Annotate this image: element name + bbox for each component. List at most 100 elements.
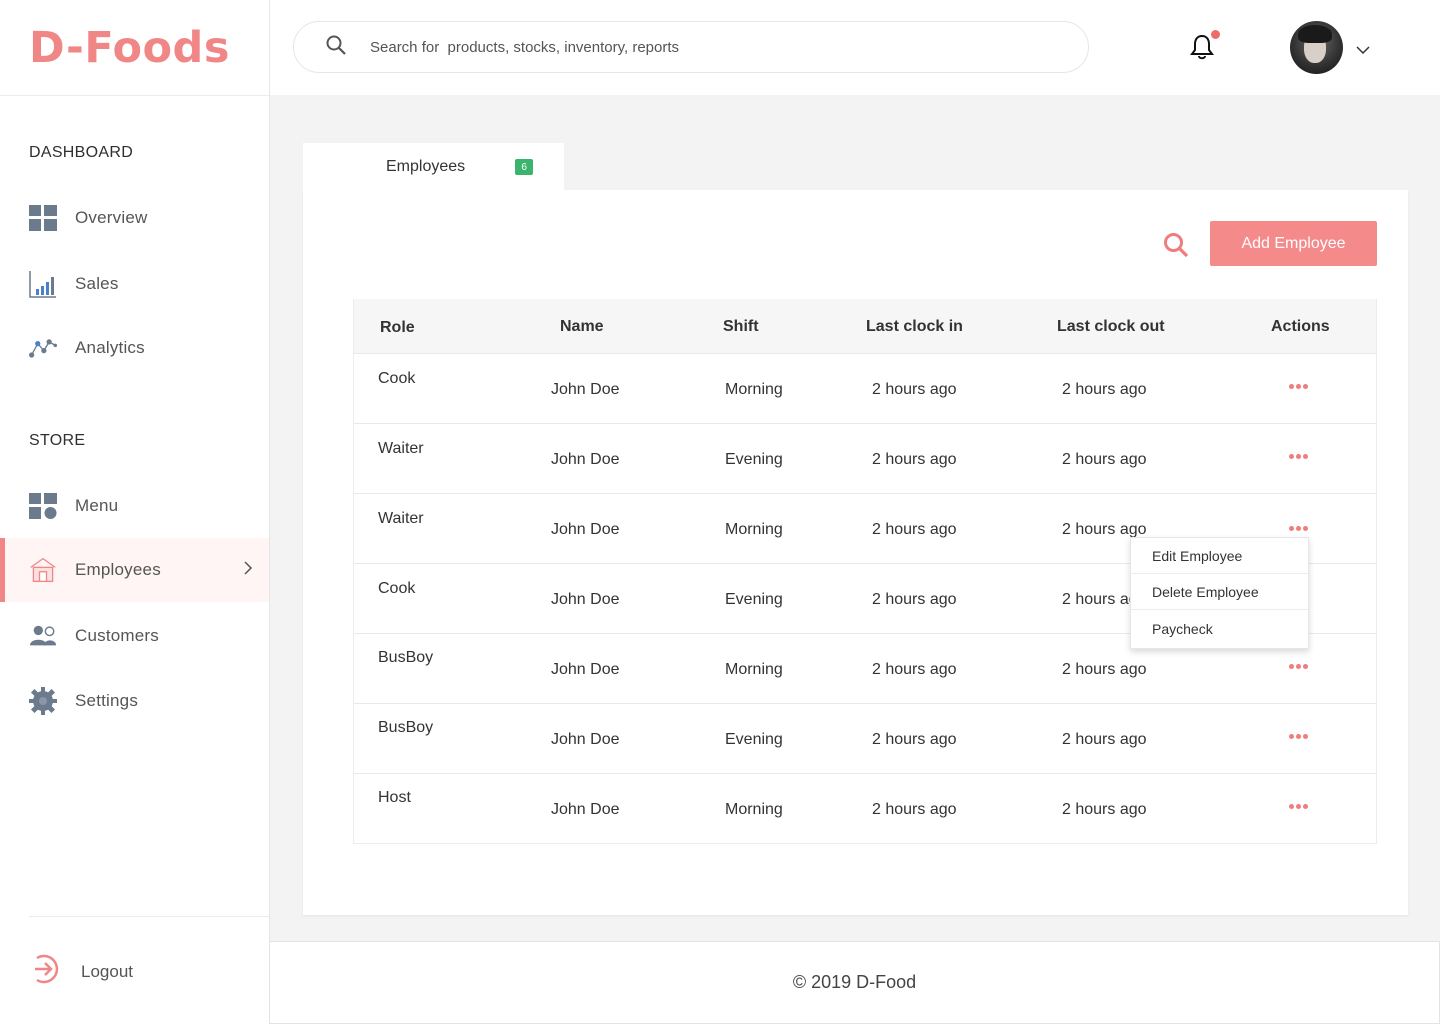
cell-shift: Morning: [725, 801, 783, 818]
more-actions-icon[interactable]: [1289, 454, 1308, 459]
bell-icon: [1190, 34, 1214, 64]
logout-button[interactable]: Logout: [29, 952, 133, 991]
copyright-text: © 2019 D-Food: [792, 972, 917, 992]
cell-name: John Doe: [551, 731, 620, 748]
sidebar-item-menu[interactable]: Menu: [0, 474, 269, 538]
avatar-hair: [1298, 25, 1332, 43]
cell-name: John Doe: [551, 381, 620, 398]
notification-button[interactable]: [1190, 30, 1220, 65]
cell-last-clock-in: 2 hours ago: [872, 591, 957, 608]
dot: [1289, 526, 1294, 531]
cell-last-clock-in: 2 hours ago: [872, 521, 957, 538]
more-actions-icon[interactable]: [1289, 664, 1308, 669]
grid-icon: [29, 204, 57, 232]
sidebar-item-label: Sales: [75, 274, 119, 293]
more-actions-icon[interactable]: [1289, 384, 1308, 389]
top-header: [270, 0, 1440, 95]
column-header-name: Name: [560, 318, 604, 335]
sidebar-item-label: Analytics: [75, 338, 145, 357]
sidebar-item-customers[interactable]: Customers: [0, 604, 269, 668]
chevron-down-icon[interactable]: [1356, 42, 1370, 60]
sidebar-item-overview[interactable]: Overview: [0, 186, 269, 250]
paycheck-item[interactable]: Paycheck: [1131, 610, 1308, 648]
footer: © 2019 D-Food: [269, 941, 1440, 1024]
tab-employees[interactable]: Employees 6: [303, 143, 564, 191]
dot: [1296, 384, 1301, 389]
cell-last-clock-out: 2 hours ago: [1062, 451, 1147, 468]
logout-label: Logout: [81, 961, 133, 981]
sidebar-item-settings[interactable]: Settings: [0, 669, 269, 733]
dot: [1289, 664, 1294, 669]
sidebar-item-label: Menu: [75, 496, 119, 515]
cell-last-clock-in: 2 hours ago: [872, 381, 957, 398]
gear-icon: [29, 687, 57, 715]
table-row: Host John Doe Morning 2 hours ago 2 hours ag…: [354, 773, 1376, 843]
cell-name: John Doe: [551, 591, 620, 608]
cell-role: BusBoy: [378, 719, 434, 736]
cell-role: Waiter: [378, 440, 424, 457]
cell-shift: Evening: [725, 591, 783, 608]
dot: [1289, 734, 1294, 739]
sidebar-item-label: Overview: [75, 208, 148, 227]
dot: [1289, 384, 1294, 389]
tab-label: Employees: [386, 158, 466, 175]
cell-last-clock-out: 2 hours ago: [1062, 801, 1147, 818]
column-header-shift: Shift: [723, 318, 759, 335]
search-icon[interactable]: [1163, 232, 1189, 263]
cell-shift: Morning: [725, 661, 783, 678]
sidebar-item-label: Settings: [75, 691, 139, 710]
divider: [29, 916, 269, 917]
dot: [1303, 804, 1308, 809]
more-actions-icon[interactable]: [1289, 526, 1308, 531]
table-row: Waiter John Doe Evening 2 hours ago 2 hours …: [354, 423, 1376, 493]
dot: [1303, 734, 1308, 739]
cell-shift: Morning: [725, 381, 783, 398]
more-actions-icon[interactable]: [1289, 734, 1308, 739]
cell-name: John Doe: [551, 521, 620, 538]
column-header-actions: Actions: [1271, 318, 1330, 335]
chevron-right-icon: [243, 560, 253, 581]
dot: [1296, 804, 1301, 809]
cell-last-clock-out: 2 hours ago: [1062, 381, 1147, 398]
dot: [1289, 454, 1294, 459]
column-header-role: Role: [380, 319, 415, 336]
dot: [1303, 384, 1308, 389]
cell-shift: Morning: [725, 521, 783, 538]
logo-area: D-Foods: [0, 0, 269, 96]
table-row: BusBoy John Doe Evening 2 hours ago 2 hours …: [354, 703, 1376, 773]
dot: [1296, 734, 1301, 739]
sidebar-item-label: Customers: [75, 626, 159, 645]
edit-employee-item[interactable]: Edit Employee: [1131, 538, 1308, 574]
row-actions-menu: Edit Employee Delete Employee Paycheck: [1130, 537, 1309, 649]
sidebar-item-sales[interactable]: Sales: [0, 252, 269, 316]
cell-name: John Doe: [551, 801, 620, 818]
cell-last-clock-out: 2 hours ago: [1062, 731, 1147, 748]
sidebar-item-label: Employees: [75, 560, 161, 579]
logo[interactable]: D-Foods: [29, 23, 230, 73]
line-chart-icon: [29, 334, 57, 362]
sidebar-item-employees[interactable]: Employees: [0, 538, 269, 602]
sidebar-item-analytics[interactable]: Analytics: [0, 316, 269, 380]
cell-role: Cook: [378, 580, 416, 597]
more-actions-icon[interactable]: [1289, 804, 1308, 809]
section-title-dashboard: DASHBOARD: [29, 144, 134, 161]
dot: [1296, 454, 1301, 459]
store-icon: [29, 556, 57, 584]
cell-last-clock-in: 2 hours ago: [872, 731, 957, 748]
cell-role: Host: [378, 789, 411, 806]
dot: [1303, 664, 1308, 669]
cell-name: John Doe: [551, 661, 620, 678]
delete-employee-item[interactable]: Delete Employee: [1131, 574, 1308, 610]
bar-chart-icon: [29, 270, 57, 298]
add-employee-button[interactable]: Add Employee: [1210, 221, 1377, 266]
search-input[interactable]: [370, 38, 970, 56]
cell-last-clock-out: 2 hours ago: [1062, 661, 1147, 678]
cell-name: John Doe: [551, 451, 620, 468]
cell-role: Waiter: [378, 510, 424, 527]
search-bar[interactable]: [293, 21, 1089, 73]
cell-last-clock-in: 2 hours ago: [872, 661, 957, 678]
avatar[interactable]: [1290, 21, 1343, 74]
notification-dot: [1211, 30, 1220, 39]
table-header: Role Name Shift Last clock in Last clock…: [354, 299, 1376, 353]
column-header-last-clock-out: Last clock out: [1057, 318, 1165, 335]
